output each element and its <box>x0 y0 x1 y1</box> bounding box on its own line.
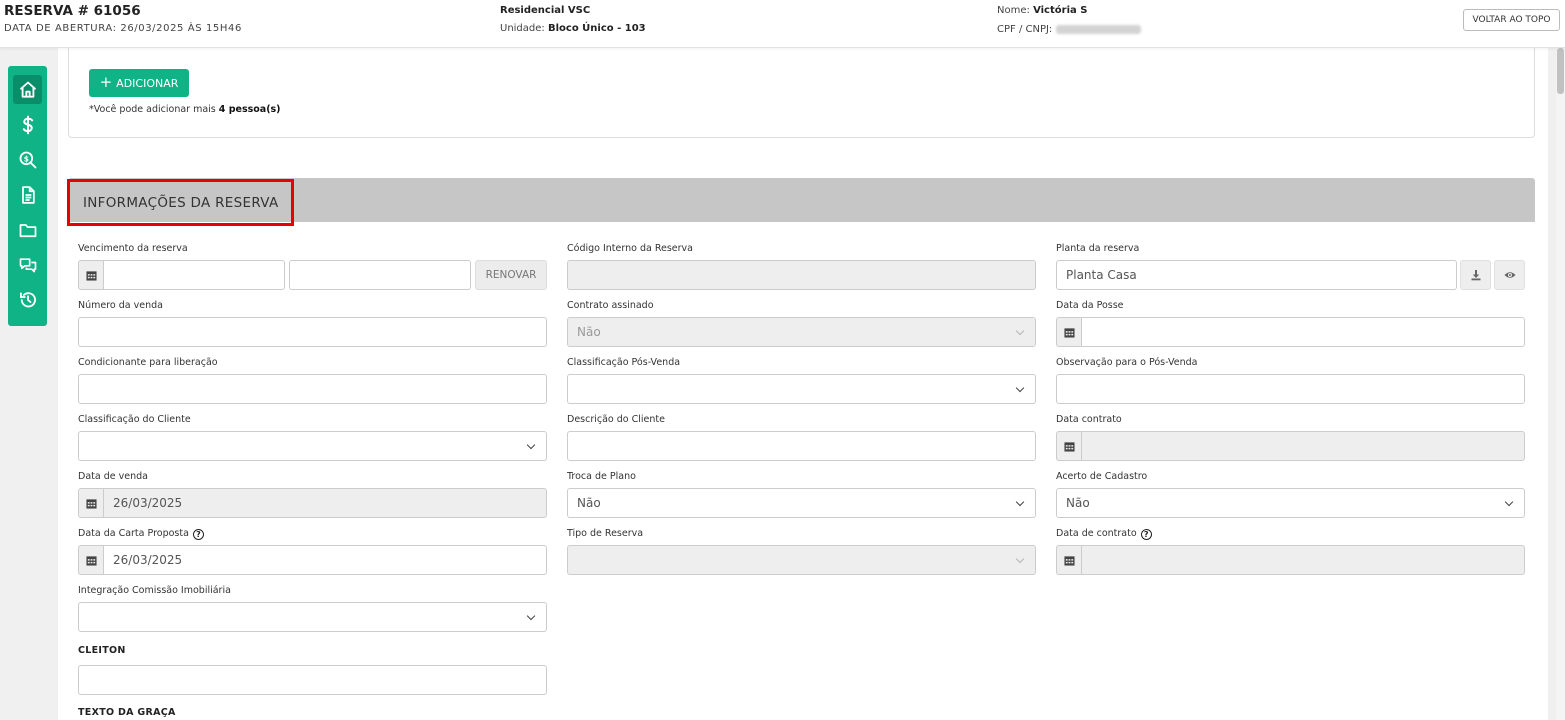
condicionante-input[interactable] <box>78 374 547 404</box>
integracao-label: Integração Comissão Imobiliária <box>78 585 231 596</box>
help-icon[interactable]: ? <box>192 529 204 540</box>
observacao-pos-input[interactable] <box>1056 374 1525 404</box>
codigo-interno-label: Código Interno da Reserva <box>567 243 693 254</box>
contrato-assinado-label: Contrato assinado <box>567 300 654 311</box>
renew-button[interactable]: RENOVAR <box>475 260 547 290</box>
data-posse-label: Data da Posse <box>1056 300 1124 311</box>
unit-info: Unidade: Bloco Único - 103 <box>500 23 646 34</box>
back-to-top-button[interactable]: VOLTAR AO TOPO <box>1463 9 1560 31</box>
people-card <box>68 48 1535 138</box>
calendar-icon <box>78 488 104 518</box>
data-de-contrato-label: Data de contrato? <box>1056 528 1152 540</box>
home-icon[interactable] <box>13 75 42 104</box>
vencimento-label: Vencimento da reserva <box>78 243 188 254</box>
side-navigation: $ <box>8 66 47 326</box>
reservation-title: RESERVA # 61056 <box>4 3 141 19</box>
calendar-icon[interactable] <box>1056 317 1082 347</box>
troca-plano-select[interactable]: Não <box>567 488 1036 518</box>
calendar-icon <box>1056 431 1082 461</box>
calendar-icon <box>1056 545 1082 575</box>
data-carta-label: Data da Carta Proposta? <box>78 528 204 540</box>
classificacao-cliente-label: Classificação do Cliente <box>78 414 191 425</box>
project-name: Residencial VSC <box>500 5 591 16</box>
search-money-icon[interactable]: $ <box>13 145 42 174</box>
numero-venda-label: Número da venda <box>78 300 163 311</box>
numero-venda-input[interactable] <box>78 317 547 347</box>
add-people-note: *Você pode adicionar mais 4 pessoa(s) <box>89 104 281 115</box>
folder-icon[interactable] <box>13 215 42 244</box>
descricao-cliente-input[interactable] <box>567 431 1036 461</box>
history-icon[interactable] <box>13 285 42 314</box>
page-scrollbar[interactable] <box>1556 48 1565 720</box>
eye-icon[interactable] <box>1494 260 1525 290</box>
classificacao-pos-label: Classificação Pós-Venda <box>567 357 681 368</box>
texto-graca-label: TEXTO DA GRAÇA <box>78 707 176 718</box>
plus-icon: + <box>99 73 113 91</box>
data-posse-input[interactable] <box>1081 317 1525 347</box>
client-cpf: CPF / CNPJ: <box>997 24 1142 35</box>
chat-icon[interactable] <box>13 250 42 279</box>
cpf-redacted <box>1056 24 1142 34</box>
troca-plano-label: Troca de Plano <box>567 471 636 482</box>
planta-input[interactable]: Planta Casa <box>1056 260 1457 290</box>
reservation-opened-date: DATA DE ABERTURA: 26/03/2025 ÀS 15H46 <box>4 23 242 34</box>
descricao-cliente-label: Descrição do Cliente <box>567 414 665 425</box>
tipo-reserva-label: Tipo de Reserva <box>567 528 644 539</box>
contrato-assinado-select: Não <box>567 317 1036 347</box>
cleiton-label: CLEITON <box>78 645 126 656</box>
section-title: INFORMAÇÕES DA RESERVA <box>67 179 294 226</box>
observacao-pos-label: Observação para o Pós-Venda <box>1056 357 1198 368</box>
acerto-cadastro-label: Acerto de Cadastro <box>1056 471 1148 482</box>
data-venda-label: Data de venda <box>78 471 148 482</box>
data-de-contrato-input <box>1081 545 1525 575</box>
condicionante-label: Condicionante para liberação <box>78 357 218 368</box>
document-icon[interactable] <box>13 180 42 209</box>
planta-label: Planta da reserva <box>1056 243 1140 254</box>
top-header: RESERVA # 61056 DATA DE ABERTURA: 26/03/… <box>0 0 1565 48</box>
scroll-thumb[interactable] <box>1557 48 1564 94</box>
add-person-button[interactable]: + ADICIONAR <box>89 69 189 97</box>
cleiton-input[interactable] <box>78 665 547 695</box>
vencimento-time-input[interactable] <box>289 260 471 290</box>
svg-text:$: $ <box>23 154 28 163</box>
dollar-icon[interactable] <box>13 110 42 139</box>
help-icon[interactable]: ? <box>1140 529 1152 540</box>
data-venda-input: 26/03/2025 <box>103 488 547 518</box>
integracao-select[interactable] <box>78 602 547 632</box>
download-icon[interactable] <box>1460 260 1491 290</box>
vencimento-date-input[interactable] <box>103 260 285 290</box>
classificacao-cliente-select[interactable] <box>78 431 547 461</box>
acerto-cadastro-select[interactable]: Não <box>1056 488 1525 518</box>
client-name: Nome: Victória S <box>997 5 1088 16</box>
calendar-icon[interactable] <box>78 545 104 575</box>
data-carta-input[interactable]: 26/03/2025 <box>103 545 547 575</box>
classificacao-pos-select[interactable] <box>567 374 1036 404</box>
data-contrato-label: Data contrato <box>1056 414 1122 425</box>
calendar-icon[interactable] <box>78 260 104 290</box>
tipo-reserva-select <box>567 545 1036 575</box>
codigo-interno-input <box>567 260 1036 290</box>
data-contrato-input <box>1081 431 1525 461</box>
